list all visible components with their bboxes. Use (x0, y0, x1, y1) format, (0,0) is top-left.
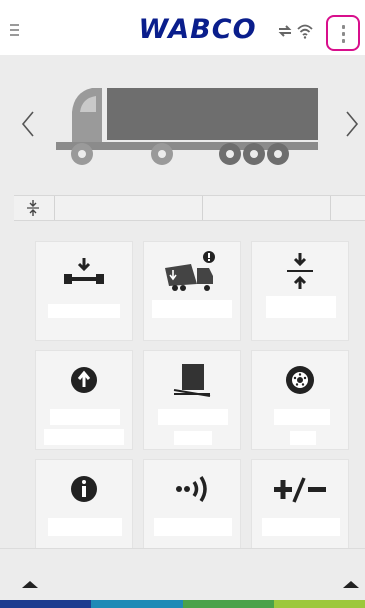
tile-plus-minus[interactable] (251, 459, 349, 559)
tile-tyre[interactable] (251, 350, 349, 450)
tile-label (262, 518, 340, 536)
plus-minus-icon (252, 468, 348, 510)
raise-up-icon (36, 359, 132, 401)
bottom-panel (0, 548, 365, 600)
tile-raise[interactable] (35, 350, 133, 450)
level-control-icon (252, 250, 348, 292)
tile-tilt[interactable] (143, 350, 241, 450)
tile-signal[interactable] (143, 459, 241, 559)
axle-lift-icon (36, 250, 132, 292)
tile-label (274, 409, 330, 425)
tile-label (290, 431, 316, 445)
tile-trailer-tipping[interactable] (143, 241, 241, 341)
chevron-left-icon[interactable] (20, 110, 36, 138)
more-options-button[interactable] (326, 15, 360, 51)
tyre-icon (252, 359, 348, 401)
sync-arrows-icon (278, 25, 292, 37)
tab-divider (330, 196, 331, 220)
tab-divider (202, 196, 203, 220)
tile-label (48, 518, 122, 536)
tile-label (154, 518, 232, 536)
tile-label (44, 429, 124, 445)
brand-color-strip (0, 600, 365, 608)
more-vertical-icon (342, 25, 345, 29)
tile-axle-lift[interactable] (35, 241, 133, 341)
expand-left-icon[interactable] (22, 581, 38, 588)
signal-transmit-icon (144, 468, 240, 510)
height-adjust-icon[interactable] (26, 200, 40, 216)
status-tab-bar (14, 195, 365, 221)
tile-label (48, 304, 120, 318)
tile-label (174, 431, 212, 445)
app-header: WABCO (0, 0, 365, 55)
tile-label (158, 409, 228, 425)
tile-info[interactable] (35, 459, 133, 559)
expand-right-icon[interactable] (343, 581, 359, 588)
chevron-right-icon[interactable] (344, 110, 360, 138)
info-icon (36, 468, 132, 510)
wifi-icon (297, 24, 313, 39)
tile-label (50, 409, 120, 425)
trailer-tipping-warning-icon (144, 250, 240, 292)
tilt-angle-icon (144, 359, 240, 401)
tile-label (152, 300, 232, 318)
truck-illustration (56, 88, 318, 165)
tab-divider (54, 196, 55, 220)
tile-level-control[interactable] (251, 241, 349, 341)
tile-label (266, 296, 336, 318)
